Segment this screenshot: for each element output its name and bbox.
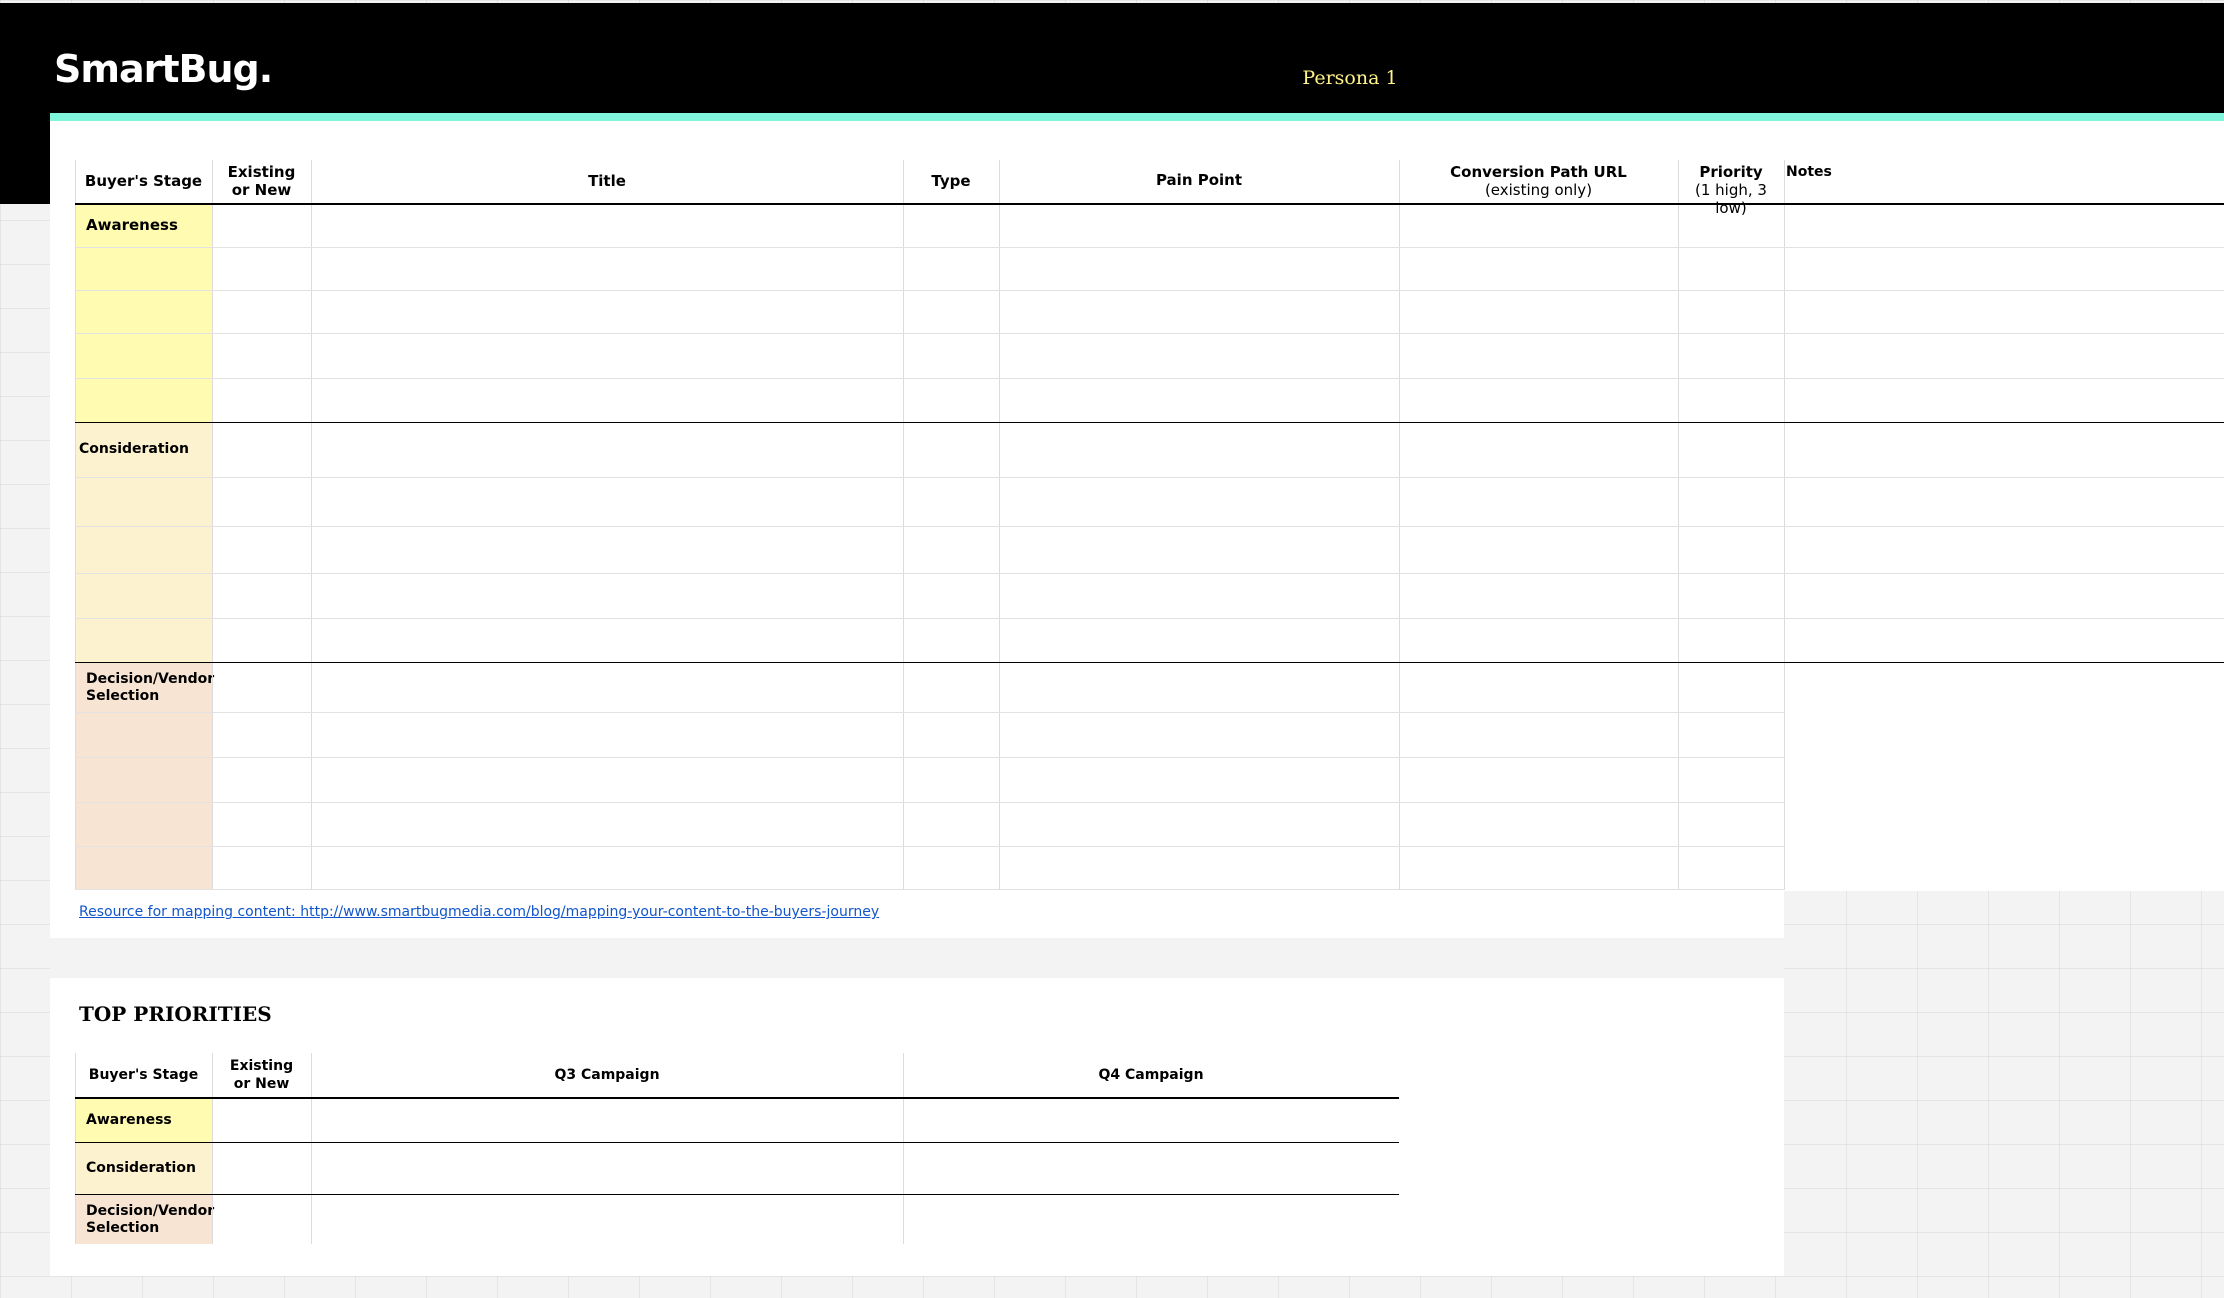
column-header-buyers-stage[interactable]: Buyer's Stage (75, 172, 212, 190)
stage-cell-awareness[interactable] (75, 205, 212, 422)
column-divider (75, 160, 76, 890)
stage-label-awareness: Awareness (86, 216, 178, 234)
persona-title[interactable]: Persona 1 (1260, 67, 1440, 89)
row-line (75, 333, 2224, 334)
column-header-notes[interactable]: Notes (1786, 163, 1832, 181)
column-header-type[interactable]: Type (903, 172, 999, 190)
column-divider (999, 160, 1000, 890)
column-header-pain-point[interactable]: Pain Point (999, 171, 1399, 189)
stage-cell-consideration[interactable] (75, 423, 212, 663)
tp-stage-label-decision: Decision/Vendor Selection (86, 1203, 215, 1236)
row-line (75, 290, 2224, 291)
row-line (75, 573, 2224, 574)
tp-column-divider (75, 1053, 76, 1244)
tp-column-header-existing-or-new[interactable]: Existing or New (212, 1057, 311, 1093)
row-line (75, 247, 2224, 248)
spacer-row (50, 938, 1784, 978)
section-divider (75, 422, 2224, 423)
stage-label-decision: Decision/Vendor Selection (86, 671, 215, 704)
column-divider (1399, 160, 1400, 890)
top-priorities-title: TOP PRIORITIES (79, 1002, 272, 1026)
column-divider (903, 160, 904, 890)
header-band: SmartBug. Persona 1 (0, 3, 2224, 115)
accent-bar (50, 113, 2224, 121)
column-header-priority[interactable]: Priority (1 high, 3 low) (1678, 163, 1784, 217)
tp-column-header-q3-campaign[interactable]: Q3 Campaign (311, 1066, 903, 1084)
section-divider (75, 662, 2224, 663)
column-header-conversion-path-url[interactable]: Conversion Path URL (existing only) (1399, 163, 1678, 199)
sheet-area-right (1784, 121, 2224, 891)
tp-row-line (75, 1194, 1399, 1195)
column-divider (311, 160, 312, 890)
resource-link[interactable]: Resource for mapping content: http://www… (79, 904, 879, 920)
column-divider (212, 160, 213, 890)
stage-label-consideration: Consideration (79, 441, 189, 457)
tp-stage-label-awareness: Awareness (86, 1112, 172, 1128)
column-divider (1678, 160, 1679, 890)
tp-column-divider (212, 1053, 213, 1244)
row-line (75, 846, 1784, 847)
tp-column-header-q4-campaign[interactable]: Q4 Campaign (903, 1066, 1399, 1084)
row-line (75, 378, 2224, 379)
tp-column-header-buyers-stage[interactable]: Buyer's Stage (75, 1066, 212, 1084)
tp-header-underline (75, 1097, 1399, 1099)
header-left-extension (0, 115, 50, 204)
tp-column-divider (311, 1053, 312, 1244)
row-line (75, 526, 2224, 527)
tp-stage-label-consideration: Consideration (86, 1160, 196, 1176)
column-header-existing-or-new[interactable]: Existing or New (212, 163, 311, 199)
header-underline (75, 203, 2224, 205)
row-line (75, 618, 2224, 619)
tp-row-line (75, 1142, 1399, 1143)
row-line (75, 757, 1784, 758)
column-divider (1784, 160, 1785, 890)
row-line (75, 477, 2224, 478)
smartbug-logo: SmartBug. (54, 47, 273, 91)
column-header-title[interactable]: Title (311, 172, 903, 190)
row-line (75, 802, 1784, 803)
tp-column-divider (903, 1053, 904, 1244)
row-line (75, 889, 1784, 890)
row-line (75, 712, 1784, 713)
